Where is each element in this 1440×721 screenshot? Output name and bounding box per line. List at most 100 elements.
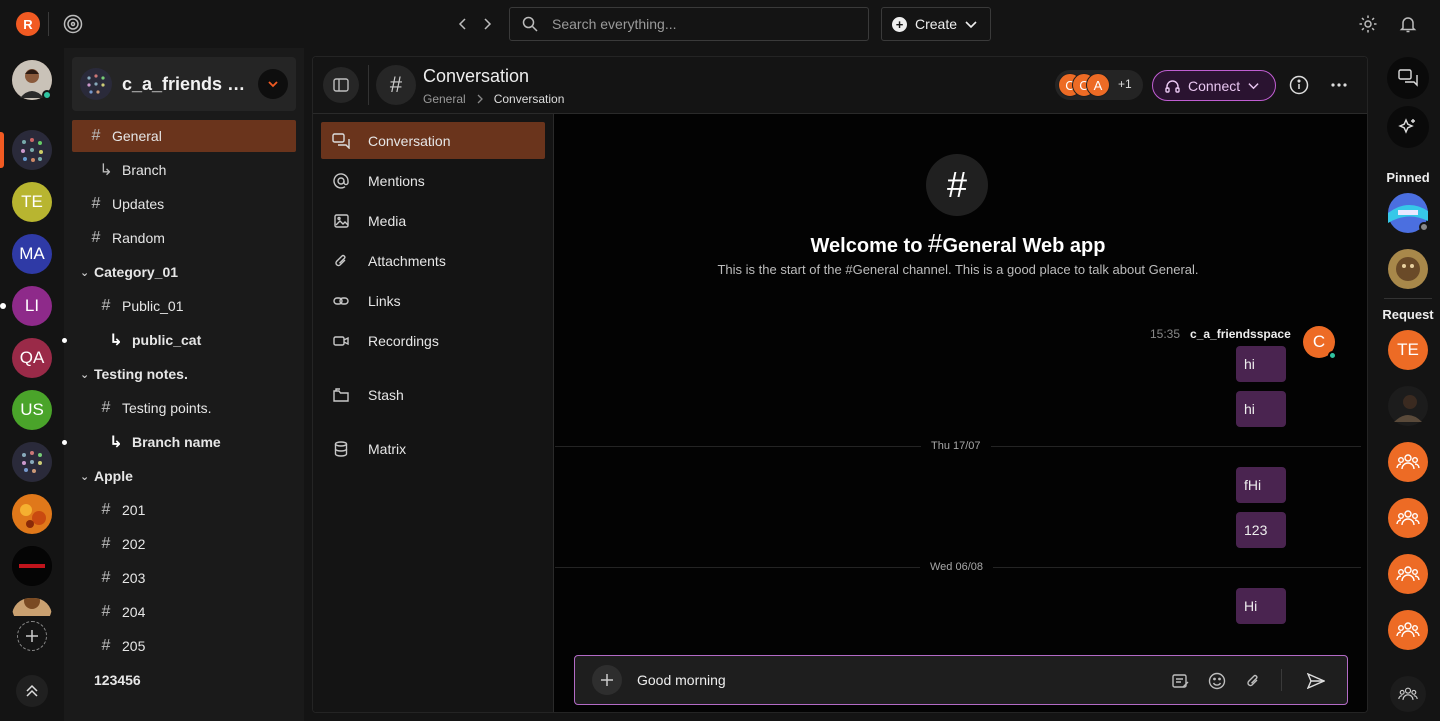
subnav-attachments[interactable]: Attachments bbox=[321, 242, 545, 279]
channel-205[interactable]: # 205 bbox=[72, 630, 296, 662]
subnav-conversation[interactable]: Conversation bbox=[321, 122, 545, 159]
message-composer bbox=[574, 655, 1348, 705]
private-hash-icon: # bbox=[101, 603, 111, 620]
app-logo[interactable]: R bbox=[16, 12, 40, 36]
channel-123456[interactable]: 123456 bbox=[72, 664, 296, 696]
back-arrow-icon[interactable] bbox=[450, 11, 476, 37]
channel-random[interactable]: # Random bbox=[72, 222, 296, 254]
main-panel: # Conversation General Conversation C C … bbox=[312, 56, 1368, 713]
hash-icon: # bbox=[101, 297, 111, 314]
channel-label: Public_01 bbox=[122, 298, 184, 314]
channel-label: 203 bbox=[122, 570, 146, 586]
channel-branch[interactable]: ↳ Branch bbox=[72, 154, 296, 186]
create-button[interactable]: + Create bbox=[881, 7, 991, 41]
add-attachment-button[interactable] bbox=[592, 665, 622, 695]
workspace-header[interactable]: c_a_friends sp... bbox=[72, 57, 296, 111]
breadcrumb-current: Conversation bbox=[493, 92, 565, 106]
members-stack[interactable]: C C A +1 bbox=[1055, 70, 1143, 100]
workspace-avatar-te[interactable]: TE bbox=[12, 182, 52, 222]
search-input[interactable] bbox=[552, 16, 842, 32]
image-icon bbox=[332, 213, 350, 228]
channel-public-01[interactable]: # Public_01 bbox=[72, 290, 296, 322]
channel-public-cat[interactable]: ↳ public_cat bbox=[72, 324, 296, 356]
author-avatar[interactable]: C bbox=[1303, 326, 1337, 360]
emoji-icon[interactable] bbox=[1206, 670, 1228, 692]
message-bubble[interactable]: hi bbox=[1236, 346, 1286, 382]
channel-general[interactable]: # General bbox=[72, 120, 296, 152]
private-hash-icon: # bbox=[101, 637, 111, 654]
workspace-avatar-flower[interactable] bbox=[12, 494, 52, 534]
radar-icon[interactable] bbox=[60, 11, 86, 37]
subnav-mentions[interactable]: Mentions bbox=[321, 162, 545, 199]
send-icon[interactable] bbox=[1305, 670, 1327, 692]
category-testing-notes[interactable]: ⌄ Testing notes. bbox=[80, 362, 188, 386]
workspace-avatar-ma[interactable]: MA bbox=[12, 234, 52, 274]
category-category-01[interactable]: ⌄ Category_01 bbox=[80, 260, 178, 284]
workspace-avatar-partial[interactable] bbox=[12, 598, 52, 616]
more-options-icon[interactable] bbox=[1331, 83, 1347, 87]
chevron-down-icon bbox=[965, 18, 977, 30]
channel-sidebar: c_a_friends sp... # General ↳ Branch # U… bbox=[62, 48, 304, 721]
connect-label: Connect bbox=[1188, 77, 1241, 94]
create-label: Create bbox=[915, 16, 958, 32]
message-author[interactable]: c_a_friendsspace bbox=[1190, 327, 1291, 341]
workspace-menu-button[interactable] bbox=[258, 69, 288, 99]
paperclip-icon[interactable] bbox=[1242, 670, 1264, 692]
request-avatar-photo[interactable] bbox=[1388, 386, 1428, 426]
category-apple[interactable]: ⌄ Apple bbox=[80, 464, 133, 488]
channel-202[interactable]: # 202 bbox=[72, 528, 296, 560]
channel-testing-points[interactable]: # Testing points. bbox=[72, 392, 296, 424]
search-box[interactable] bbox=[509, 7, 869, 41]
workspace-avatar-qa[interactable]: QA bbox=[12, 338, 52, 378]
message-input[interactable] bbox=[637, 672, 1157, 688]
groups-button[interactable] bbox=[1390, 676, 1426, 712]
forward-arrow-icon[interactable] bbox=[474, 11, 500, 37]
channel-updates[interactable]: # Updates bbox=[72, 188, 296, 220]
info-icon[interactable] bbox=[1289, 75, 1309, 95]
settings-gear-icon[interactable] bbox=[1355, 11, 1381, 37]
collapse-up-button[interactable] bbox=[16, 675, 48, 707]
channel-label: General bbox=[112, 128, 162, 144]
add-workspace-button[interactable] bbox=[17, 621, 47, 651]
breadcrumb-item[interactable]: General bbox=[423, 92, 466, 106]
request-group-avatar[interactable] bbox=[1388, 442, 1428, 482]
subnav-stash[interactable]: Stash bbox=[321, 376, 545, 413]
workspace-avatar-dots[interactable] bbox=[12, 442, 52, 482]
pinned-avatar[interactable] bbox=[1388, 249, 1428, 289]
message-bubble[interactable]: Hi bbox=[1236, 588, 1286, 624]
channel-201[interactable]: # 201 bbox=[72, 494, 296, 526]
request-avatar-te[interactable]: TE bbox=[1388, 330, 1428, 370]
request-group-avatar[interactable] bbox=[1388, 498, 1428, 538]
workspace-avatar-freetextbox[interactable] bbox=[12, 546, 52, 586]
subnav-media[interactable]: Media bbox=[321, 202, 545, 239]
workspace-avatar-us[interactable]: US bbox=[12, 390, 52, 430]
workspace-avatar-friends[interactable] bbox=[12, 130, 52, 170]
channel-branch-name[interactable]: ↳ Branch name bbox=[72, 426, 296, 458]
divider bbox=[1384, 298, 1432, 299]
channel-203[interactable]: # 203 bbox=[72, 562, 296, 594]
ai-sparkle-button[interactable] bbox=[1387, 106, 1429, 148]
pinned-avatar[interactable] bbox=[1388, 193, 1429, 233]
connect-button[interactable]: Connect bbox=[1152, 70, 1276, 101]
member-avatar: A bbox=[1086, 73, 1110, 97]
format-text-icon[interactable] bbox=[1170, 670, 1192, 692]
request-group-avatar[interactable] bbox=[1388, 610, 1428, 650]
online-status-dot bbox=[42, 90, 52, 100]
user-avatar[interactable] bbox=[12, 60, 52, 100]
message-bubble[interactable]: 123 bbox=[1236, 512, 1286, 548]
channel-label: Testing points. bbox=[122, 400, 212, 416]
bell-icon[interactable] bbox=[1395, 11, 1421, 37]
subnav-recordings[interactable]: Recordings bbox=[321, 322, 545, 359]
message-bubble[interactable]: fHi bbox=[1236, 467, 1286, 503]
workspace-avatar-li[interactable]: LI bbox=[12, 286, 52, 326]
message-bubble[interactable]: hi bbox=[1236, 391, 1286, 427]
channel-204[interactable]: # 204 bbox=[72, 596, 296, 628]
paperclip-icon bbox=[332, 253, 350, 269]
channel-label: Branch name bbox=[132, 434, 221, 450]
chats-button[interactable] bbox=[1387, 57, 1429, 99]
toggle-sidebar-button[interactable] bbox=[323, 67, 359, 103]
request-group-avatar[interactable] bbox=[1388, 554, 1428, 594]
workspace-logo bbox=[80, 68, 112, 100]
subnav-links[interactable]: Links bbox=[321, 282, 545, 319]
subnav-matrix[interactable]: Matrix bbox=[321, 430, 545, 467]
